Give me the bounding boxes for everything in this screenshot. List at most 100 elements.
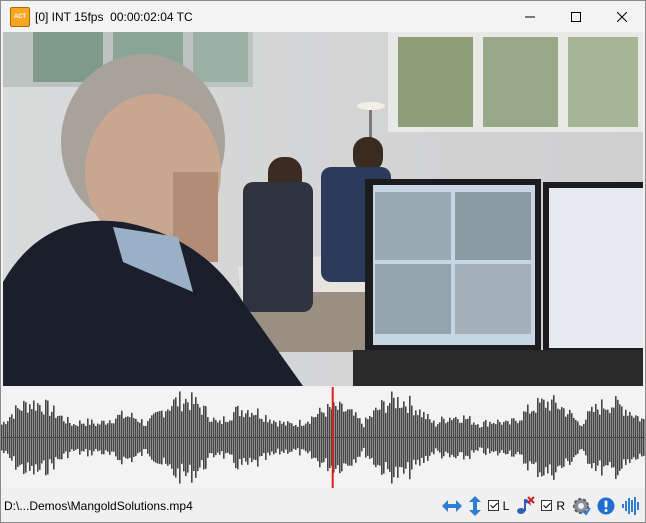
app-icon: ACT [10, 6, 30, 27]
waveform-bar [117, 414, 119, 461]
waveform-bar [557, 408, 559, 467]
waveform-bar [311, 416, 313, 459]
minimize-button[interactable] [507, 1, 553, 32]
waveform-bar [329, 407, 331, 468]
left-channel-checkbox[interactable] [487, 500, 499, 511]
waveform-bar [109, 420, 111, 455]
audio-settings-icon[interactable] [515, 495, 536, 516]
waveform-bar [581, 426, 583, 449]
waveform-bar [485, 419, 487, 455]
waveform-bar [341, 403, 343, 472]
waveform-bar [555, 402, 557, 473]
waveform-bar [319, 407, 321, 468]
waveform-bar [139, 422, 141, 453]
right-channel-checkbox[interactable] [541, 500, 553, 511]
waveform-bar [583, 423, 585, 451]
waveform-bar [1, 424, 3, 451]
waveform-bar [243, 417, 245, 458]
waveform-bar [345, 411, 347, 464]
maximize-button[interactable] [553, 1, 599, 32]
waveform-bar [635, 415, 637, 460]
waveform-bar [287, 421, 289, 454]
waveform-bar [437, 424, 439, 451]
waveform-bar [221, 424, 223, 452]
waveform-bar [457, 419, 459, 456]
waveform-bar [135, 418, 137, 457]
waveform-icon[interactable] [621, 496, 641, 516]
waveform-bar [163, 417, 165, 458]
waveform-bar [9, 417, 11, 458]
waveform-bar [641, 418, 643, 457]
waveform-bar [79, 420, 81, 455]
waveform-bar [559, 409, 561, 466]
audio-waveform[interactable] [1, 387, 645, 488]
waveform-bar [511, 418, 513, 457]
waveform-bar [251, 412, 253, 463]
waveform-bar [475, 424, 477, 451]
waveform-bar [259, 418, 261, 457]
waveform-bar [481, 427, 483, 448]
waveform-bar [263, 421, 265, 454]
waveform-bar [375, 407, 377, 468]
waveform-bar [169, 410, 171, 465]
maximize-icon [571, 11, 581, 22]
waveform-bar [429, 419, 431, 456]
waveform-bar [253, 415, 255, 460]
waveform-bar [537, 397, 539, 477]
waveform-bar [551, 399, 553, 476]
waveform-bar [275, 422, 277, 453]
waveform-bar [335, 406, 337, 469]
waveform-bar [553, 395, 555, 480]
info-icon[interactable] [597, 497, 615, 515]
left-channel-label: L [502, 498, 510, 513]
waveform-bar [123, 418, 125, 457]
waveform-bar [255, 414, 257, 461]
waveform-bar [315, 417, 317, 458]
waveform-bar [73, 424, 75, 451]
waveform-bar [103, 420, 105, 455]
waveform-bar [575, 420, 577, 456]
waveform-bar [363, 427, 365, 448]
waveform-bar [509, 424, 511, 451]
settings-gear-icon[interactable] [571, 496, 591, 516]
waveform-bar [455, 416, 457, 459]
waveform-bar [571, 413, 573, 462]
video-player[interactable] [3, 32, 643, 386]
vertical-zoom-icon[interactable] [468, 495, 482, 516]
waveform-bar [145, 425, 147, 450]
waveform-bar [593, 412, 595, 463]
waveform-bar [459, 422, 461, 453]
waveform-bar [87, 418, 89, 457]
waveform-bar [181, 411, 183, 464]
waveform-bar [241, 410, 243, 465]
right-channel-toggle[interactable]: R [541, 499, 565, 513]
waveform-bar [97, 423, 99, 452]
waveform-bar [637, 416, 639, 459]
waveform-bar [343, 411, 345, 464]
waveform-bar [7, 421, 9, 454]
waveform-bar [639, 421, 641, 454]
waveform-bar [393, 397, 395, 478]
waveform-bar [277, 426, 279, 449]
waveform-bar [207, 417, 209, 458]
waveform-bar [25, 402, 27, 473]
close-button[interactable] [599, 1, 645, 32]
horizontal-zoom-icon[interactable] [441, 499, 462, 513]
waveform-bar [115, 418, 117, 457]
waveform-bar [289, 422, 291, 453]
waveform-bar [399, 408, 401, 467]
waveform-bar [627, 415, 629, 460]
waveform-bar [47, 400, 49, 475]
waveform-bar [281, 423, 283, 452]
waveform-bar [137, 421, 139, 454]
waveform-bar [447, 421, 449, 454]
waveform-bar [17, 408, 19, 467]
left-channel-toggle[interactable]: L [487, 498, 510, 513]
waveform-bar [257, 408, 259, 467]
waveform-bar [415, 410, 417, 465]
waveform-bar [71, 425, 73, 450]
waveform-bar [205, 406, 207, 469]
waveform-bar [3, 421, 5, 454]
waveform-bar [11, 414, 13, 461]
waveform-bar [623, 415, 625, 460]
